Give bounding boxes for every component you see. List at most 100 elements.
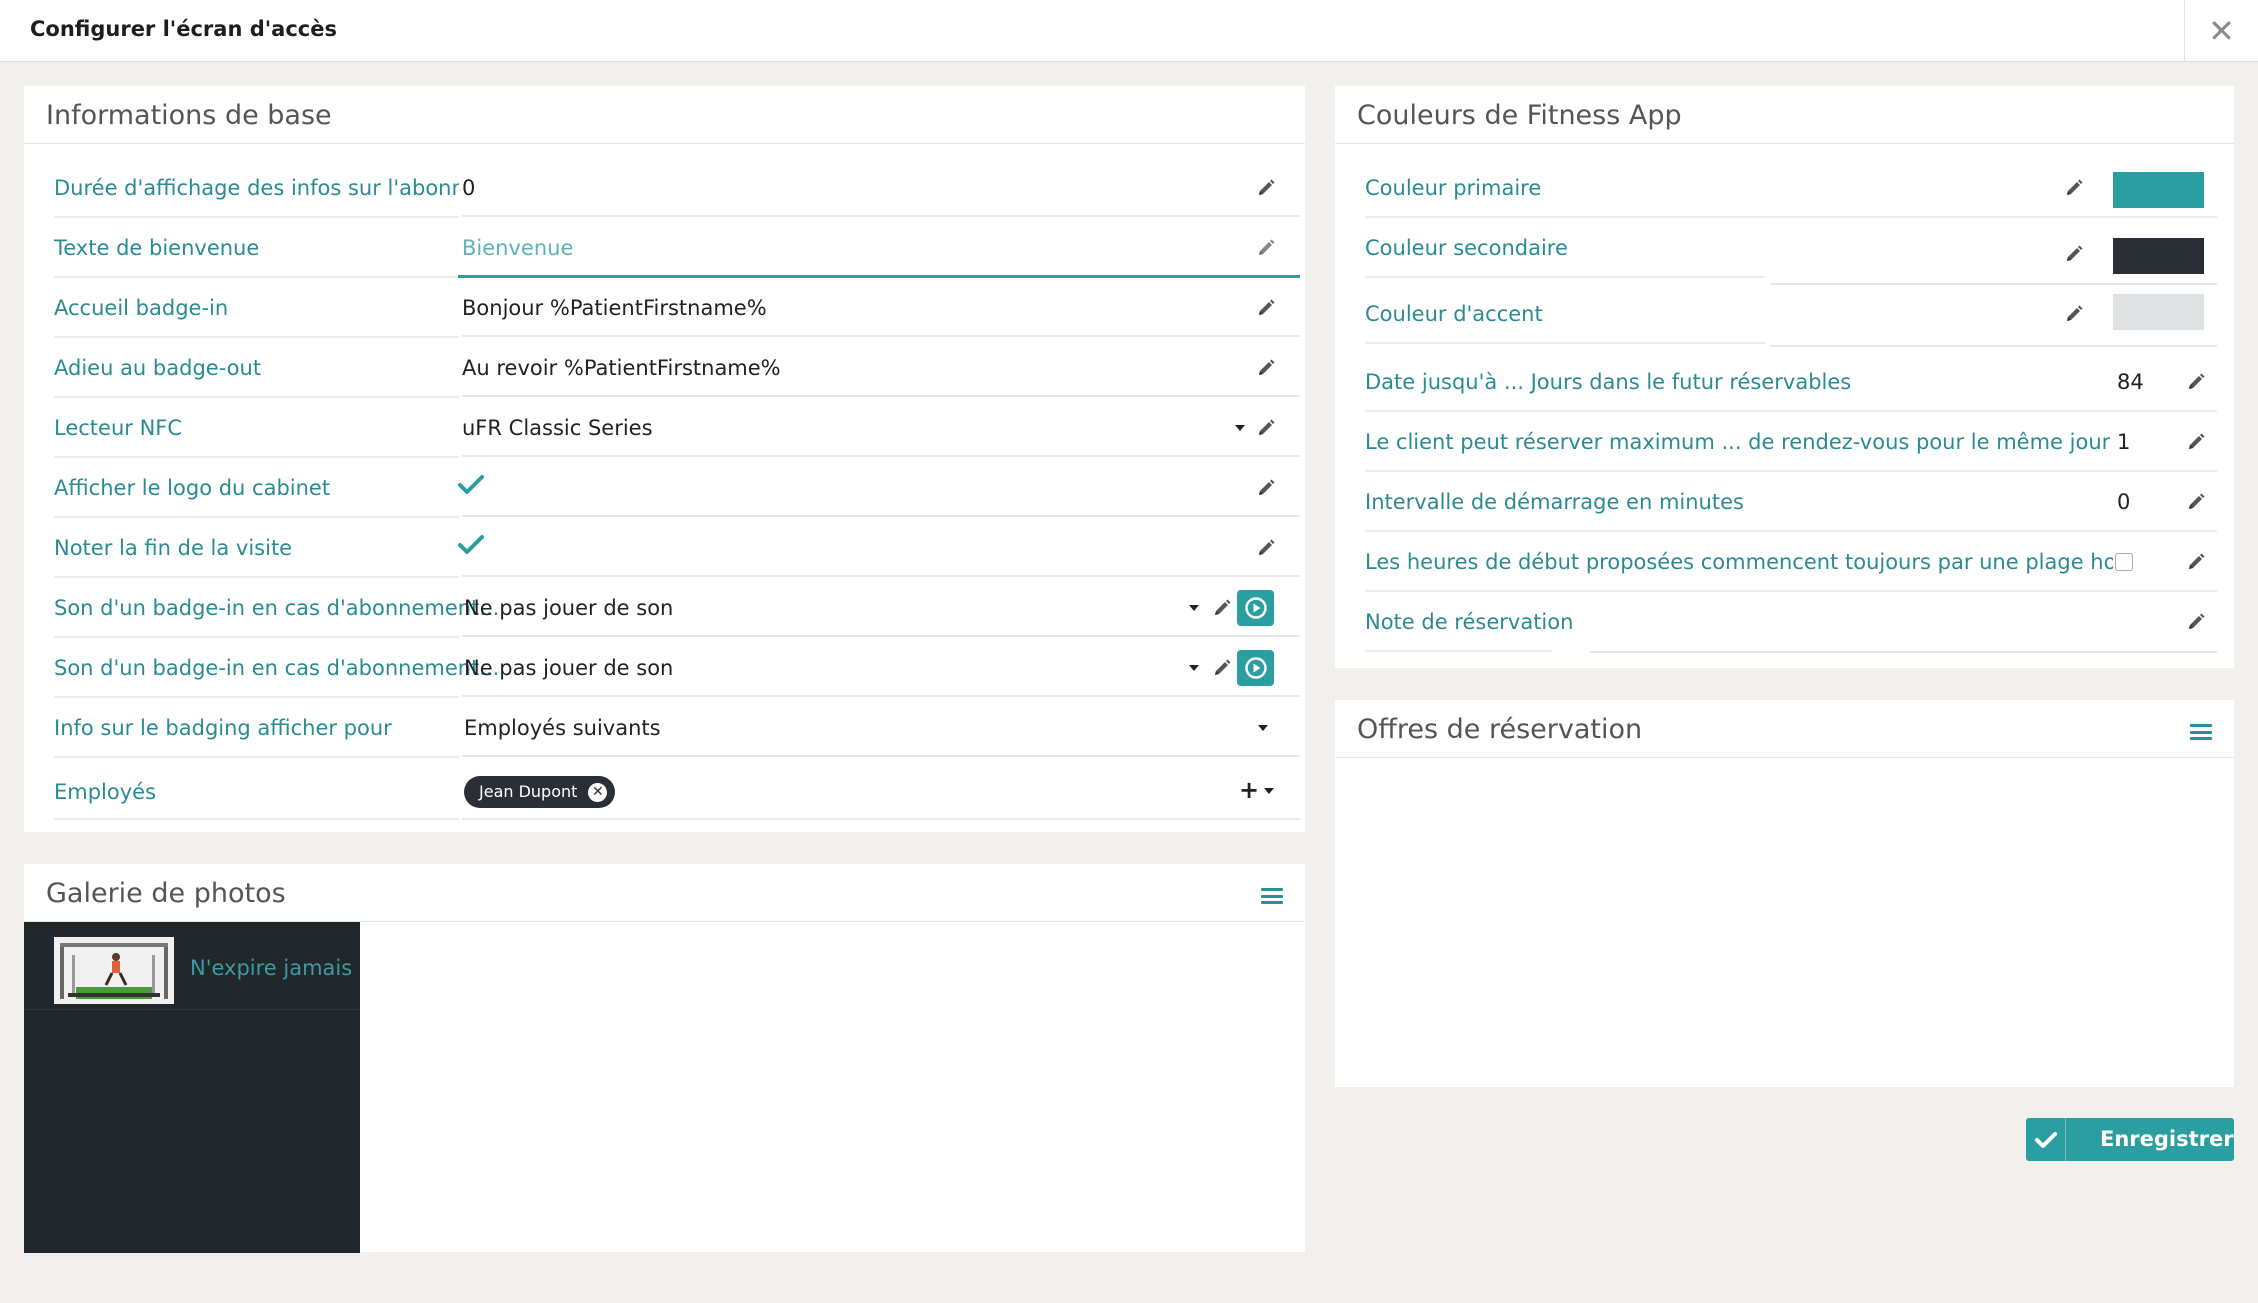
photo-gallery-title: Galerie de photos: [46, 878, 286, 909]
divider: [462, 635, 1300, 637]
divider: [54, 818, 459, 820]
field-label: Le client peut réserver maximum ... de r…: [1365, 430, 2111, 454]
dialog-title: Configurer l'écran d'accès: [30, 17, 337, 41]
play-icon: [1245, 657, 1267, 679]
checkmark-icon[interactable]: [458, 534, 484, 556]
field-sound-2: Son d'un badge-in en cas d'abonnement...…: [24, 638, 1305, 698]
field-display-duration: Durée d'affichage des infos sur l'abonne…: [24, 158, 1305, 218]
field-label: Employés: [54, 780, 157, 804]
basic-info-title: Informations de base: [46, 100, 332, 131]
play-icon: [1245, 597, 1267, 619]
chevron-down-icon[interactable]: [1189, 605, 1199, 611]
primary-color-swatch[interactable]: [2113, 172, 2204, 208]
chevron-down-icon[interactable]: [1235, 425, 1245, 431]
pencil-icon[interactable]: [1256, 238, 1276, 258]
pencil-icon[interactable]: [1256, 178, 1276, 198]
field-label: Son d'un badge-in en cas d'abonnement...: [54, 596, 500, 620]
field-show-logo: Afficher le logo du cabinet: [24, 458, 1305, 518]
nfc-reader-select[interactable]: uFR Classic Series: [462, 416, 653, 440]
pencil-icon[interactable]: [2064, 244, 2084, 264]
field-badge-in: Accueil badge-in Bonjour %PatientFirstna…: [24, 278, 1305, 338]
booking-offers-title: Offres de réservation: [1357, 714, 1643, 745]
field-label: Les heures de début proposées commencent…: [1365, 550, 2113, 574]
pencil-icon[interactable]: [2186, 432, 2206, 452]
free-slot-checkbox[interactable]: [2115, 553, 2133, 571]
divider: [462, 395, 1300, 397]
field-label: Noter la fin de la visite: [54, 536, 293, 560]
remove-icon[interactable]: ✕: [588, 783, 608, 802]
field-primary-color: Couleur primaire: [1335, 158, 2234, 218]
field-accent-color: Couleur d'accent: [1335, 284, 2234, 347]
pencil-icon[interactable]: [1256, 478, 1276, 498]
max-same-day-input[interactable]: 1: [2117, 430, 2130, 454]
pencil-icon[interactable]: [2064, 178, 2084, 198]
pencil-icon[interactable]: [1256, 418, 1276, 438]
play-sound-button[interactable]: [1237, 590, 1274, 626]
field-badge-out: Adieu au badge-out Au revoir %PatientFir…: [24, 338, 1305, 398]
divider: [1770, 345, 2217, 347]
divider: [1365, 342, 1765, 344]
field-label: Note de réservation: [1365, 610, 1574, 634]
field-note-end-visit: Noter la fin de la visite: [24, 518, 1305, 578]
gallery-thumbnail[interactable]: [54, 937, 174, 1004]
play-sound-button[interactable]: [1237, 650, 1274, 686]
field-welcome-text: Texte de bienvenue Bienvenue: [24, 218, 1305, 278]
sound-1-select[interactable]: Ne pas jouer de son: [464, 596, 673, 620]
chevron-down-icon[interactable]: [1258, 725, 1268, 731]
save-button[interactable]: Enregistrer: [2026, 1118, 2234, 1161]
divider: [24, 143, 1305, 144]
field-label: Son d'un badge-in en cas d'abonnement...: [54, 656, 500, 680]
pencil-icon[interactable]: [2186, 492, 2206, 512]
field-label: Adieu au badge-out: [54, 356, 262, 380]
gallery-caption: N'expire jamais: [190, 956, 353, 980]
field-sound-1: Son d'un badge-in en cas d'abonnement...…: [24, 578, 1305, 638]
field-booking-note: Note de réservation: [1335, 592, 2234, 653]
chevron-down-icon[interactable]: [1264, 788, 1274, 794]
pencil-icon[interactable]: [1212, 658, 1232, 678]
menu-icon[interactable]: [2190, 724, 2212, 740]
app-colors-panel: Couleurs de Fitness App Couleur primaire…: [1335, 86, 2234, 668]
field-nfc-reader: Lecteur NFC uFR Classic Series: [24, 398, 1305, 458]
pencil-icon[interactable]: [2186, 552, 2206, 572]
chevron-down-icon[interactable]: [1189, 665, 1199, 671]
badging-info-select[interactable]: Employés suivants: [464, 716, 661, 740]
gym-photo-image: [54, 937, 174, 1004]
menu-icon[interactable]: [1261, 888, 1283, 904]
divider: [1335, 143, 2234, 144]
badge-out-input[interactable]: Au revoir %PatientFirstname%: [462, 356, 781, 380]
pencil-icon[interactable]: [2064, 304, 2084, 324]
checkmark-icon[interactable]: [458, 474, 484, 496]
accent-color-swatch[interactable]: [2113, 294, 2204, 330]
divider: [24, 1009, 360, 1010]
welcome-text-input[interactable]: Bienvenue: [462, 236, 573, 260]
gallery-list: N'expire jamais: [24, 922, 360, 1253]
field-max-same-day: Le client peut réserver maximum ... de r…: [1335, 412, 2234, 472]
add-icon[interactable]: +: [1239, 776, 1259, 804]
pencil-icon[interactable]: [1256, 298, 1276, 318]
field-start-interval: Intervalle de démarrage en minutes 0: [1335, 472, 2234, 532]
field-label: Texte de bienvenue: [54, 236, 260, 260]
field-label: Couleur secondaire: [1365, 236, 1568, 260]
future-days-input[interactable]: 84: [2117, 370, 2144, 394]
pencil-icon[interactable]: [2186, 372, 2206, 392]
secondary-color-swatch[interactable]: [2113, 238, 2204, 274]
badge-in-input[interactable]: Bonjour %PatientFirstname%: [462, 296, 767, 320]
start-interval-input[interactable]: 0: [2117, 490, 2130, 514]
display-duration-input[interactable]: 0: [462, 176, 475, 200]
divider: [1590, 651, 2217, 653]
field-future-days: Date jusqu'à ... Jours dans le futur rés…: [1335, 352, 2234, 412]
employee-tag-label: Jean Dupont: [479, 782, 578, 801]
employee-tag: Jean Dupont ✕: [464, 776, 616, 808]
pencil-icon[interactable]: [1256, 538, 1276, 558]
field-label: Intervalle de démarrage en minutes: [1365, 490, 1744, 514]
sound-2-select[interactable]: Ne pas jouer de son: [464, 656, 673, 680]
pencil-icon[interactable]: [1212, 598, 1232, 618]
divider: [462, 215, 1300, 217]
pencil-icon[interactable]: [2186, 612, 2206, 632]
field-label: Durée d'affichage des infos sur l'abonne…: [54, 176, 459, 200]
field-label: Accueil badge-in: [54, 296, 229, 320]
divider: [1365, 276, 1765, 278]
pencil-icon[interactable]: [1256, 358, 1276, 378]
field-label: Info sur le badging afficher pour: [54, 716, 392, 740]
close-icon[interactable]: ✕: [2184, 0, 2258, 62]
